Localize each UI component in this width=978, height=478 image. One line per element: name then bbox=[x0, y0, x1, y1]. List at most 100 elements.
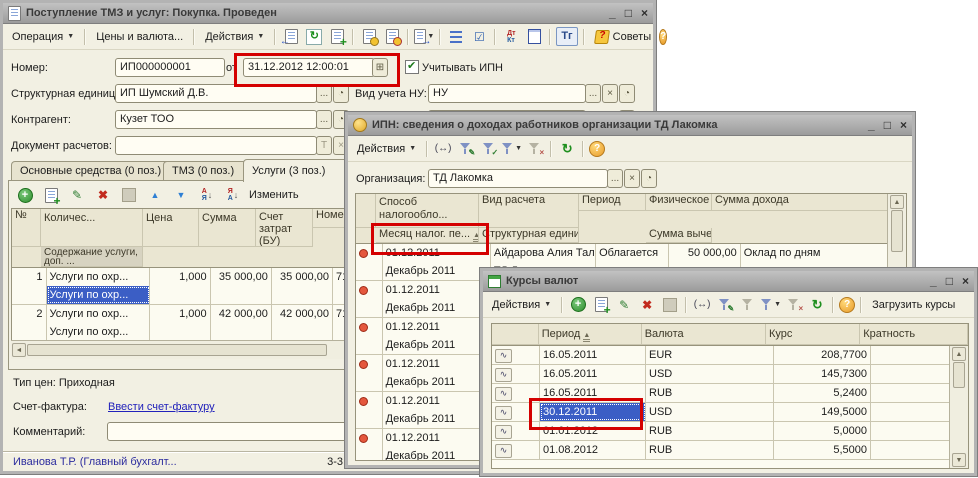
cell-method[interactable]: Облагается bbox=[596, 244, 669, 262]
filter-by-value-button[interactable]: ✓ bbox=[479, 139, 499, 159]
help-icon[interactable]: ? bbox=[659, 29, 667, 45]
cell-marker[interactable] bbox=[356, 244, 383, 262]
cell-icon[interactable]: ∿ bbox=[492, 441, 540, 459]
unit-search-button[interactable]: ◔ bbox=[333, 84, 349, 103]
cell-icon[interactable]: ∿ bbox=[492, 365, 540, 383]
tab-fixed-assets[interactable]: Основные средства (0 поз.) bbox=[11, 161, 171, 181]
journal-button[interactable] bbox=[524, 27, 544, 47]
unit-input[interactable]: ИП Шумский Д.В. bbox=[115, 84, 317, 103]
cell-qty[interactable]: 1,000 bbox=[150, 268, 210, 286]
cell-calctype[interactable]: Оклад по дням bbox=[741, 244, 906, 262]
calendar-button[interactable]: ⊞ bbox=[372, 58, 388, 77]
receipt-titlebar[interactable]: Поступление ТМЗ и услуг: Покупка. Провед… bbox=[3, 3, 653, 24]
table-row[interactable]: ∿ 01.08.2012 RUB 5,5000 1 bbox=[492, 441, 968, 460]
nu-clear-button[interactable]: × bbox=[602, 84, 618, 103]
scroll-thumb[interactable] bbox=[891, 210, 903, 252]
scroll-up-button[interactable]: ▲ bbox=[952, 347, 966, 361]
minimize-button[interactable]: _ bbox=[868, 119, 875, 131]
post-close-button[interactable] bbox=[281, 27, 301, 47]
copy-button[interactable] bbox=[327, 27, 347, 47]
nu-search-button[interactable]: ◔ bbox=[619, 84, 635, 103]
cell-item[interactable]: Услуги по охр... bbox=[47, 305, 151, 323]
settlement-type-button[interactable]: T bbox=[316, 136, 332, 155]
number-input[interactable]: ИП000000001 bbox=[115, 58, 225, 77]
cell-currency[interactable]: RUB bbox=[646, 384, 774, 402]
col-price-header[interactable]: Цена bbox=[143, 209, 199, 247]
set-filter-button[interactable]: ✎ bbox=[715, 295, 735, 315]
settlement-doc-input[interactable] bbox=[115, 136, 317, 155]
organization-input[interactable]: ТД Лакомка bbox=[428, 169, 608, 188]
cell-period[interactable]: 01.12.2011 bbox=[383, 392, 491, 410]
scroll-left-button[interactable]: ◄ bbox=[12, 343, 26, 357]
cell-month[interactable]: Декабрь 2011 bbox=[383, 373, 491, 391]
dtkt-button[interactable]: ДтКт bbox=[501, 27, 521, 47]
edit-row-button[interactable]: ✎ bbox=[67, 185, 87, 205]
fit-columns-button[interactable]: (↔) bbox=[692, 295, 712, 315]
cell-month[interactable]: Декабрь 2011 bbox=[383, 262, 491, 280]
settings-list-button[interactable]: ☑ bbox=[469, 27, 489, 47]
help-icon[interactable]: ? bbox=[589, 141, 605, 157]
cell-marker[interactable] bbox=[356, 281, 383, 299]
refresh-button[interactable]: ↻ bbox=[807, 295, 827, 315]
ipn-titlebar[interactable]: ИПН: сведения о доходах работников орган… bbox=[348, 115, 912, 136]
filter-history-button[interactable]: ▼ bbox=[502, 139, 522, 159]
minimize-button[interactable]: _ bbox=[609, 7, 616, 19]
cell-icon[interactable]: ∿ bbox=[492, 346, 540, 364]
col-income-header[interactable]: Сумма дохода bbox=[712, 194, 889, 211]
window-rates[interactable]: Курсы валют _□× Действия▼ + ✎ ✖ (↔) ✎ ▼ … bbox=[480, 268, 977, 476]
col-month-header[interactable]: Месяц налог. пе...▲ bbox=[376, 228, 479, 243]
cell-marker[interactable] bbox=[356, 392, 383, 410]
tips-button[interactable]: Советы bbox=[590, 28, 656, 46]
repost-button[interactable]: ↻ bbox=[304, 27, 324, 47]
edit-label[interactable]: Изменить bbox=[249, 189, 299, 201]
col-num-header[interactable]: № bbox=[12, 209, 41, 247]
col-sum-header[interactable]: Сумма bbox=[199, 209, 256, 247]
cell-sum-2[interactable] bbox=[272, 323, 333, 341]
sort-asc-button[interactable]: АЯ↓ bbox=[197, 185, 217, 205]
help-icon[interactable]: ? bbox=[839, 297, 855, 313]
cell-icon[interactable]: ∿ bbox=[492, 422, 540, 440]
add-button[interactable]: + bbox=[568, 295, 588, 315]
prices-currency-button[interactable]: Цены и валюта... bbox=[91, 29, 188, 45]
cell-num-2[interactable] bbox=[12, 323, 47, 341]
cell-currency[interactable]: RUB bbox=[646, 422, 774, 440]
add-row-button[interactable]: + bbox=[15, 185, 35, 205]
cell-rate[interactable]: 5,5000 bbox=[774, 441, 871, 459]
move-down-button[interactable]: ▼ bbox=[171, 185, 191, 205]
invoice-link[interactable]: Ввести счет-фактуру bbox=[108, 401, 215, 413]
cell-icon[interactable]: ∿ bbox=[492, 384, 540, 402]
unpost-button[interactable] bbox=[382, 27, 402, 47]
col-method-header[interactable]: Способ налогообло... bbox=[376, 194, 479, 228]
cell-qty[interactable]: 1,000 bbox=[150, 305, 210, 323]
actions-menu[interactable]: Действия▼ bbox=[352, 141, 421, 157]
filter-by-value-button[interactable] bbox=[738, 295, 758, 315]
col-person-header[interactable]: Физическое лицо bbox=[646, 194, 712, 211]
cell-person[interactable]: Айдарова Алия Тал... bbox=[491, 244, 596, 262]
col-item-subheader[interactable]: Содержание услуги, доп. ... bbox=[41, 247, 143, 267]
cell-month[interactable]: Декабрь 2011 bbox=[383, 336, 491, 354]
col-calctype-header[interactable]: Вид расчета bbox=[479, 194, 579, 228]
org-clear-button[interactable]: × bbox=[624, 169, 640, 188]
refresh-button[interactable]: ↻ bbox=[557, 139, 577, 159]
fit-columns-button[interactable]: (↔) bbox=[433, 139, 453, 159]
set-filter-button[interactable]: ✎ bbox=[456, 139, 476, 159]
cell-marker-2[interactable] bbox=[356, 336, 383, 354]
cell-rate[interactable]: 145,7300 bbox=[774, 365, 871, 383]
cell-marker[interactable] bbox=[356, 355, 383, 373]
cell-currency[interactable]: USD bbox=[646, 403, 774, 421]
cell-period[interactable]: 16.05.2011 bbox=[540, 346, 646, 364]
cell-price[interactable]: 42 000,00 bbox=[211, 305, 272, 323]
ipn-checkbox[interactable] bbox=[405, 60, 419, 74]
cell-item-content[interactable]: Услуги по охр... bbox=[47, 286, 151, 304]
cell-price-2[interactable] bbox=[211, 323, 272, 341]
nu-input[interactable]: НУ bbox=[428, 84, 586, 103]
cell-period[interactable]: 01.12.2011 bbox=[383, 318, 491, 336]
tab-tmz[interactable]: ТМЗ (0 поз.) bbox=[163, 161, 251, 181]
delete-button[interactable]: ✖ bbox=[637, 295, 657, 315]
cell-currency[interactable]: USD bbox=[646, 365, 774, 383]
create-based-on-button[interactable]: ▼ bbox=[414, 27, 434, 47]
cell-currency[interactable]: RUB bbox=[646, 441, 774, 459]
cell-marker-2[interactable] bbox=[356, 262, 383, 280]
move-up-button[interactable]: ▲ bbox=[145, 185, 165, 205]
table-row[interactable]: ∿ 01.01.2012 RUB 5,0000 1 bbox=[492, 422, 968, 441]
